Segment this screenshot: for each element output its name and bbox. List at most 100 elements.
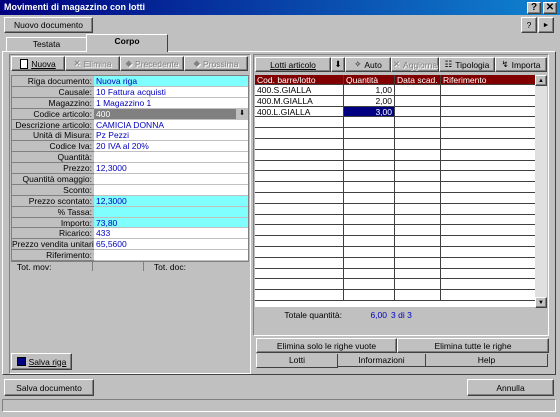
table-row[interactable] — [255, 128, 536, 139]
table-cell[interactable] — [255, 268, 344, 280]
delete-empty-rows-button[interactable]: Elimina solo le righe vuote — [256, 338, 397, 353]
table-cell[interactable]: 2,00 — [344, 95, 395, 107]
table-cell[interactable]: 400.M.GIALLA — [255, 95, 344, 107]
form-field[interactable] — [94, 174, 248, 185]
table-cell[interactable] — [255, 182, 344, 193]
tab-informazioni[interactable]: Informazioni — [338, 354, 426, 367]
table-cell[interactable] — [344, 257, 395, 269]
tab-testata[interactable]: Testata — [6, 37, 87, 51]
table-cell[interactable] — [441, 138, 536, 150]
table-cell[interactable] — [441, 279, 536, 291]
table-cell[interactable] — [441, 225, 536, 237]
form-field[interactable]: CAMICIA DONNA — [94, 119, 248, 131]
table-cell[interactable] — [255, 171, 344, 183]
table-cell[interactable] — [395, 192, 441, 204]
help-title-button[interactable]: ? — [527, 2, 541, 14]
table-cell[interactable] — [395, 236, 441, 247]
table-cell[interactable] — [441, 106, 536, 118]
new-row-button[interactable]: Nuova — [11, 56, 65, 71]
table-cell[interactable] — [441, 85, 536, 96]
form-field[interactable]: 20 IVA al 20% — [94, 141, 248, 153]
form-field[interactable]: 10 Fattura acquisti — [94, 86, 248, 98]
scroll-down-icon[interactable]: ▼ — [535, 297, 547, 308]
table-cell[interactable] — [344, 279, 395, 291]
cancel-button[interactable]: Annulla — [467, 379, 554, 396]
table-cell[interactable] — [344, 290, 395, 301]
save-row-button[interactable]: Salva riga — [11, 353, 72, 370]
table-cell[interactable] — [395, 160, 441, 172]
table-cell[interactable] — [441, 236, 536, 247]
close-icon[interactable]: ✕ — [543, 2, 557, 14]
table-cell[interactable] — [255, 138, 344, 150]
table-cell[interactable] — [344, 268, 395, 280]
table-row[interactable] — [255, 160, 536, 172]
form-field[interactable] — [94, 250, 248, 262]
form-field[interactable]: 12,3000 — [94, 195, 248, 207]
table-cell[interactable] — [344, 225, 395, 237]
table-row[interactable] — [255, 214, 536, 226]
table-cell[interactable] — [395, 268, 441, 280]
table-cell[interactable] — [344, 117, 395, 129]
table-cell[interactable] — [441, 171, 536, 183]
form-field[interactable]: 73,80 — [94, 217, 248, 229]
table-cell[interactable] — [395, 171, 441, 183]
table-row[interactable] — [255, 117, 536, 129]
table-cell[interactable] — [441, 149, 536, 161]
import-button[interactable]: ↯ Importa — [495, 57, 547, 72]
table-cell[interactable]: 400.L.GIALLA — [255, 106, 344, 118]
tab-corpo[interactable]: Corpo — [86, 34, 168, 52]
lots-button[interactable]: Lotti articolo — [255, 57, 331, 72]
table-cell[interactable] — [344, 128, 395, 139]
table-row[interactable] — [255, 192, 536, 204]
tab-help[interactable]: Help — [426, 354, 548, 367]
table-cell[interactable] — [344, 236, 395, 247]
table-row[interactable]: 400.S.GIALLA 1,00 — [255, 85, 536, 96]
form-field[interactable]: 433 — [94, 228, 248, 240]
table-row[interactable]: 400.M.GIALLA 2,00 — [255, 95, 536, 107]
table-row[interactable] — [255, 268, 536, 280]
table-cell[interactable] — [255, 236, 344, 247]
update-button[interactable]: ✕ Aggiorna — [391, 57, 439, 72]
table-row[interactable] — [255, 149, 536, 161]
previous-button[interactable]: ◆ Precedente — [120, 56, 184, 71]
table-cell[interactable] — [395, 257, 441, 269]
lots-scrollbar[interactable]: ▲ ▼ — [535, 75, 547, 308]
table-cell[interactable] — [255, 117, 344, 129]
typology-button[interactable]: ☷ Tipologia — [439, 57, 495, 72]
tab-lotti[interactable]: Lotti — [256, 354, 338, 368]
new-document-button[interactable]: Nuovo documento — [4, 17, 93, 33]
table-cell[interactable] — [255, 214, 344, 226]
table-cell[interactable] — [344, 203, 395, 215]
table-row[interactable] — [255, 138, 536, 150]
table-cell[interactable] — [441, 268, 536, 280]
table-cell[interactable] — [395, 85, 441, 96]
scroll-up-icon[interactable]: ▲ — [535, 75, 547, 86]
column-header[interactable]: Quantità — [344, 75, 395, 85]
scroll-right-icon[interactable]: ► — [538, 17, 554, 33]
form-field[interactable]: 400 ⬇ — [94, 108, 248, 120]
table-cell[interactable] — [395, 182, 441, 193]
table-cell[interactable] — [441, 182, 536, 193]
help-button[interactable]: ? — [521, 17, 537, 33]
table-cell[interactable] — [441, 128, 536, 139]
table-row[interactable] — [255, 257, 536, 269]
table-row[interactable] — [255, 236, 536, 247]
table-cell[interactable] — [441, 214, 536, 226]
table-cell[interactable] — [255, 160, 344, 172]
form-field[interactable] — [94, 184, 248, 196]
table-cell[interactable] — [255, 225, 344, 237]
form-field[interactable]: Pz Pezzi — [94, 130, 248, 142]
table-cell[interactable] — [344, 246, 395, 258]
table-row[interactable] — [255, 182, 536, 193]
table-cell[interactable]: 400.S.GIALLA — [255, 85, 344, 96]
delete-all-rows-button[interactable]: Elimina tutte le righe — [397, 338, 549, 353]
table-row[interactable] — [255, 203, 536, 215]
table-cell[interactable] — [344, 214, 395, 226]
table-cell[interactable] — [395, 117, 441, 129]
table-cell[interactable] — [255, 257, 344, 269]
table-row[interactable] — [255, 171, 536, 183]
table-row[interactable] — [255, 225, 536, 237]
delete-row-button[interactable]: ✕ Elimina — [65, 56, 120, 71]
table-cell[interactable]: 3,00 — [344, 106, 395, 118]
form-field[interactable]: 1 Magazzino 1 — [94, 97, 248, 109]
